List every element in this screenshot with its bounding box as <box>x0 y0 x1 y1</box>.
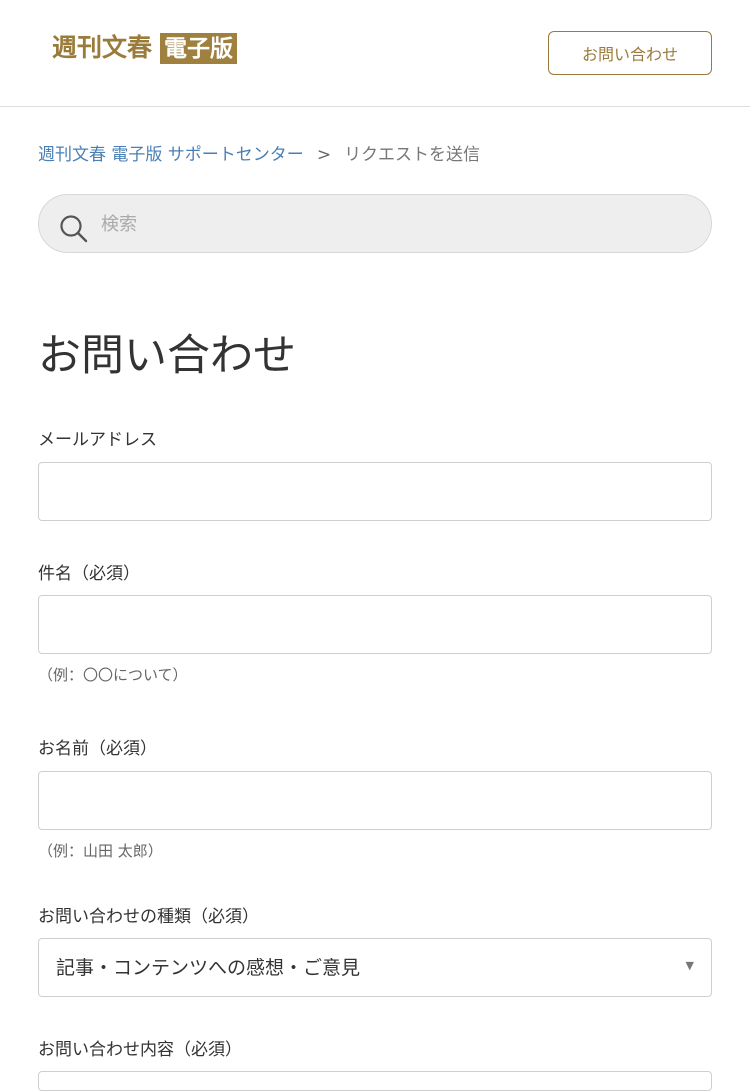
site-header: 週刊文春 電子版 お問い合わせ <box>0 0 750 107</box>
name-hint: （例：山田 太郎） <box>38 842 163 860</box>
contact-button[interactable]: お問い合わせ <box>548 31 712 75</box>
inquiry-type-selected: 記事・コンテンツへの感想・ご意見 <box>56 957 361 979</box>
inquiry-type-select[interactable]: 記事・コンテンツへの感想・ご意見 ▼ <box>38 938 712 997</box>
content-label: お問い合わせ内容（必須） <box>38 1040 242 1060</box>
logo-text: 週刊文春 <box>52 33 153 62</box>
breadcrumb-separator: > <box>316 145 332 165</box>
page-title: お問い合わせ <box>38 331 296 381</box>
email-field[interactable] <box>38 462 712 521</box>
search-icon <box>60 215 88 243</box>
content-textarea[interactable] <box>38 1071 712 1091</box>
subject-field[interactable] <box>38 595 712 654</box>
search-input[interactable] <box>99 195 693 254</box>
subject-label: 件名（必須） <box>38 564 140 584</box>
name-label: お名前（必須） <box>38 739 157 759</box>
logo[interactable]: 週刊文春 電子版 <box>52 32 238 64</box>
email-label: メールアドレス <box>38 430 157 450</box>
logo-badge: 電子版 <box>160 32 238 64</box>
subject-hint: （例：〇〇について） <box>38 666 188 684</box>
breadcrumb: 週刊文春 電子版 サポートセンター > リクエストを送信 <box>38 143 480 167</box>
inquiry-type-label: お問い合わせの種類（必須） <box>38 907 259 927</box>
name-field[interactable] <box>38 771 712 830</box>
search-bar[interactable] <box>38 194 712 254</box>
breadcrumb-current: リクエストを送信 <box>344 145 481 165</box>
breadcrumb-home-link[interactable]: 週刊文春 電子版 サポートセンター <box>38 145 304 165</box>
chevron-down-icon: ▼ <box>685 959 694 972</box>
